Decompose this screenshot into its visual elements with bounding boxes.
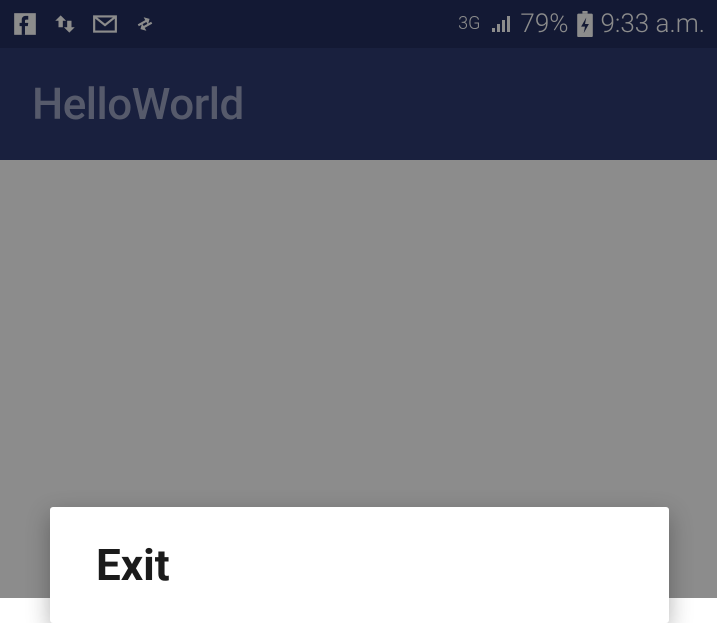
exit-dialog[interactable]: Exit xyxy=(50,507,669,623)
data-transfer-icon xyxy=(132,11,158,37)
status-right: 3G 79% 9:33 a.m. xyxy=(458,9,705,39)
status-bar: 3G 79% 9:33 a.m. xyxy=(0,0,717,48)
app-title: HelloWorld xyxy=(32,78,244,130)
facebook-icon xyxy=(12,11,38,37)
sync-icon xyxy=(52,11,78,37)
battery-percent: 79% xyxy=(520,9,568,39)
app-bar: HelloWorld xyxy=(0,48,717,160)
status-left-icons xyxy=(12,11,158,37)
gmail-icon xyxy=(92,11,118,37)
dialog-title: Exit xyxy=(96,539,623,591)
status-time: 9:33 a.m. xyxy=(601,9,706,39)
signal-icon xyxy=(488,12,512,36)
network-type: 3G xyxy=(458,15,480,33)
battery-charging-icon xyxy=(577,11,593,37)
